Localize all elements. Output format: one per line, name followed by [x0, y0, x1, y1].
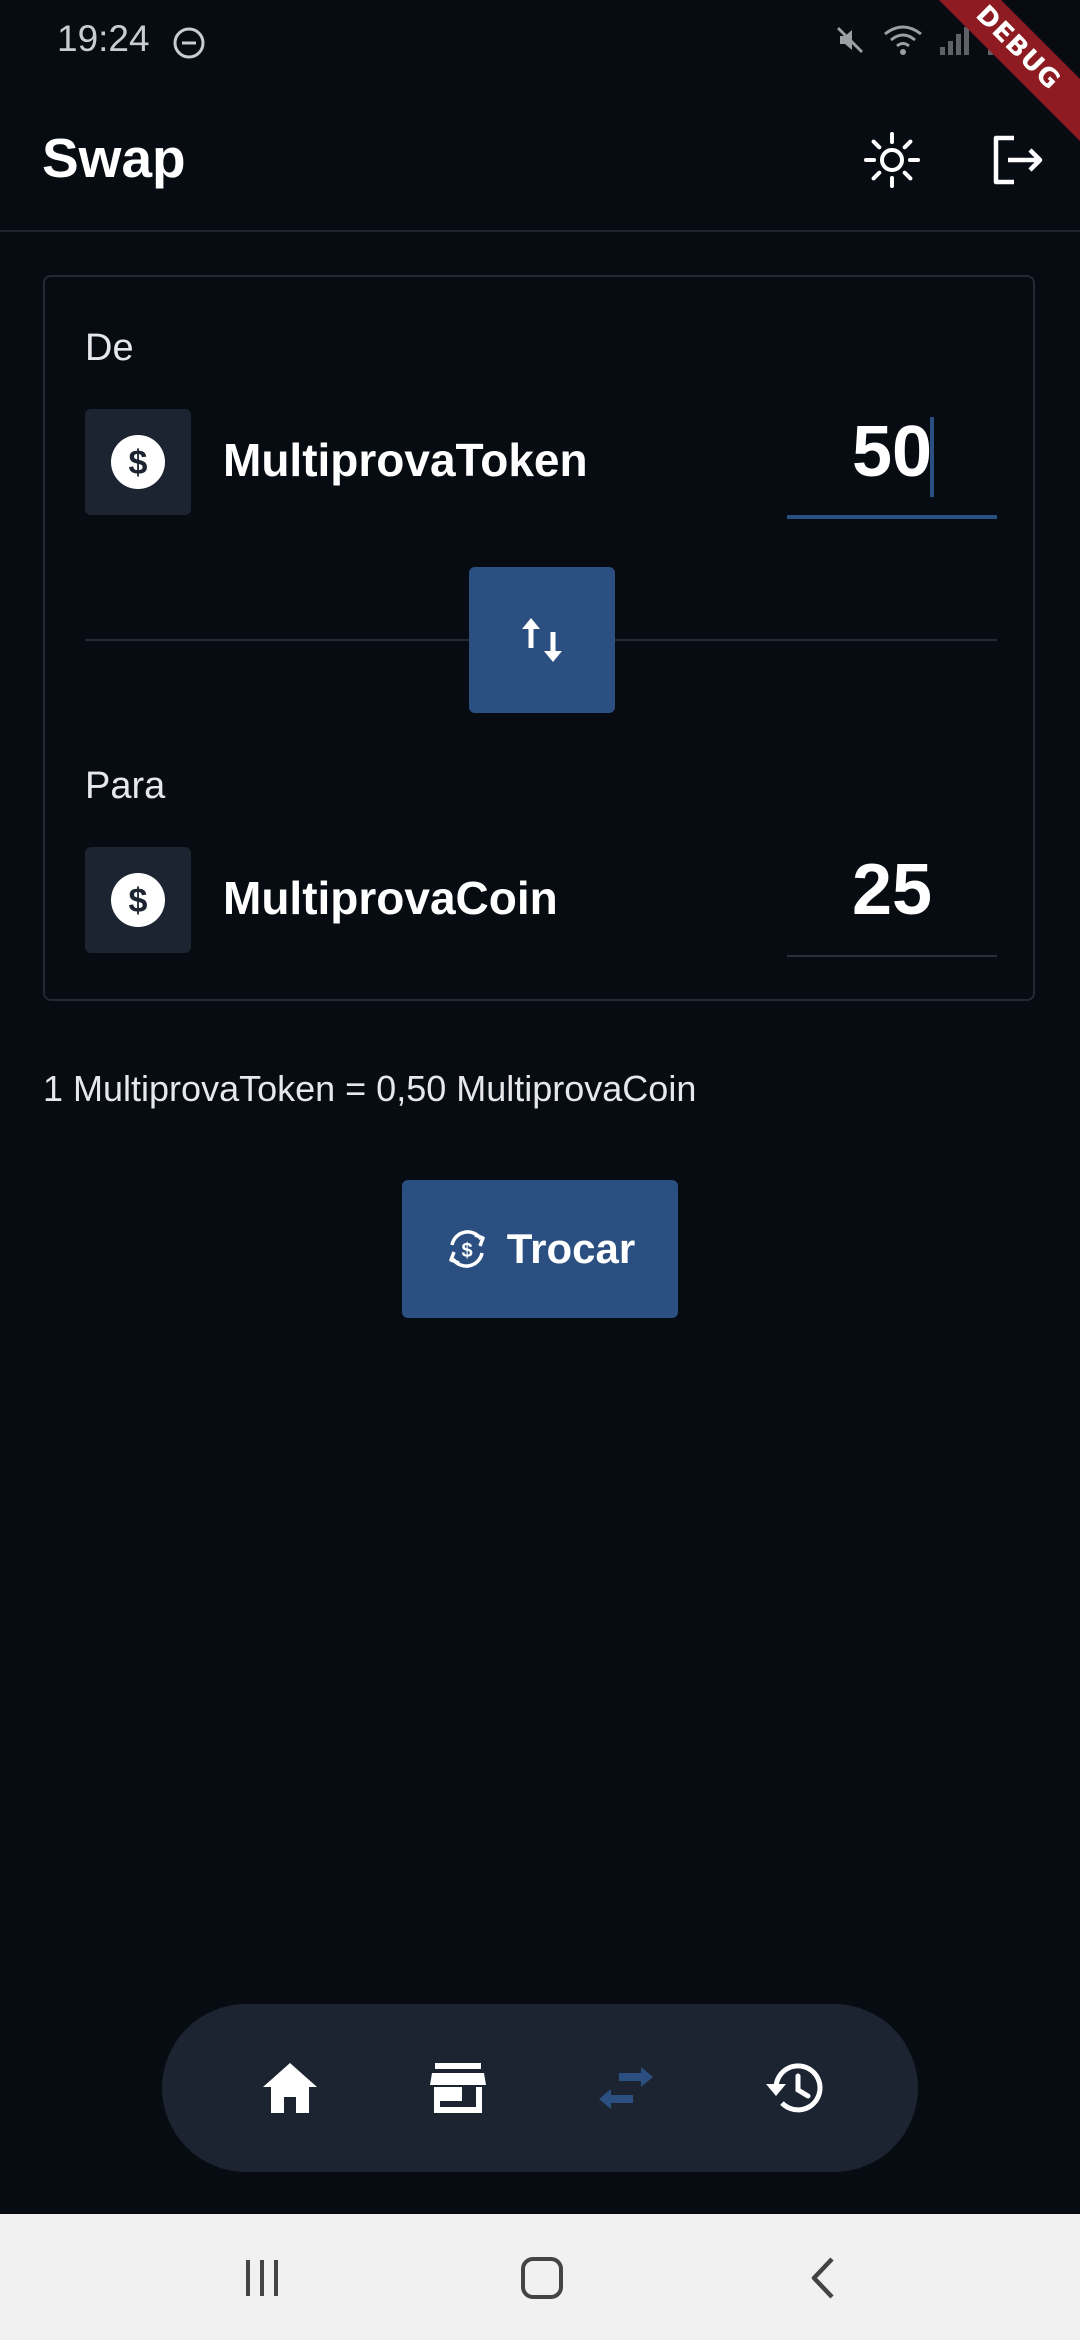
to-token-icon-box: $	[85, 847, 191, 953]
nav-swap[interactable]	[586, 2048, 666, 2128]
back-button[interactable]	[794, 2250, 854, 2306]
app-bar: Swap	[0, 84, 1080, 232]
store-icon	[430, 2063, 486, 2113]
history-icon	[766, 2063, 823, 2113]
from-amount-input[interactable]: 50	[787, 401, 997, 519]
home-system-button[interactable]	[512, 2250, 572, 2306]
switch-tokens-button[interactable]	[469, 567, 615, 713]
exchange-rate-text: 1 MultiprovaToken = 0,50 MultiprovaCoin	[43, 1068, 697, 1109]
currency-exchange-icon: $	[449, 1230, 485, 1268]
home-square-icon	[521, 2257, 563, 2299]
bottom-navigation	[162, 2004, 918, 2172]
status-bar: 19:24 DEBUG	[0, 0, 1080, 149]
to-token-name: MultiprovaCoin	[223, 872, 558, 924]
dollar-coin-icon: $	[111, 873, 165, 927]
text-cursor	[930, 417, 934, 497]
status-time: 19:24	[57, 18, 150, 59]
from-amount-underline	[787, 515, 997, 519]
swap-vertical-icon	[522, 618, 562, 662]
page-title: Swap	[42, 127, 186, 189]
to-label: Para	[85, 765, 166, 807]
from-token-name: MultiprovaToken	[223, 434, 588, 486]
from-token-icon-box: $	[85, 409, 191, 515]
to-amount-value: 25	[851, 850, 933, 930]
swap-screen: 19:24 DEBUG Swap De $ MultiprovaToken 50…	[0, 0, 1080, 2340]
swap-submit-button[interactable]: $ Trocar	[402, 1180, 678, 1318]
mute-icon	[832, 22, 868, 63]
recent-apps-icon	[246, 2260, 278, 2296]
swap-card: De $ MultiprovaToken 50 Para $ Multiprov…	[43, 275, 1035, 1001]
do-not-disturb-icon	[172, 26, 206, 65]
nav-store[interactable]	[418, 2048, 498, 2128]
dollar-coin-icon: $	[111, 435, 165, 489]
sun-icon	[864, 132, 920, 188]
swap-submit-label: Trocar	[506, 1225, 636, 1272]
nav-home[interactable]	[250, 2048, 330, 2128]
back-chevron-icon	[811, 2257, 834, 2299]
svg-text:$: $	[129, 444, 148, 482]
system-navigation-bar	[0, 2214, 1080, 2340]
from-label: De	[85, 327, 134, 369]
logout-icon	[993, 135, 1043, 185]
to-amount-input[interactable]: 25	[787, 839, 997, 957]
home-icon	[263, 2063, 317, 2113]
svg-text:$: $	[129, 882, 148, 920]
swap-horizontal-icon	[599, 2067, 653, 2109]
logout-button[interactable]	[988, 130, 1048, 190]
theme-toggle-button[interactable]	[862, 130, 922, 190]
to-amount-underline	[787, 955, 997, 957]
nav-history[interactable]	[754, 2048, 834, 2128]
from-amount-value: 50	[851, 412, 933, 492]
recent-apps-button[interactable]	[232, 2250, 292, 2306]
svg-text:$: $	[461, 1240, 472, 1262]
wifi-icon	[882, 22, 924, 63]
